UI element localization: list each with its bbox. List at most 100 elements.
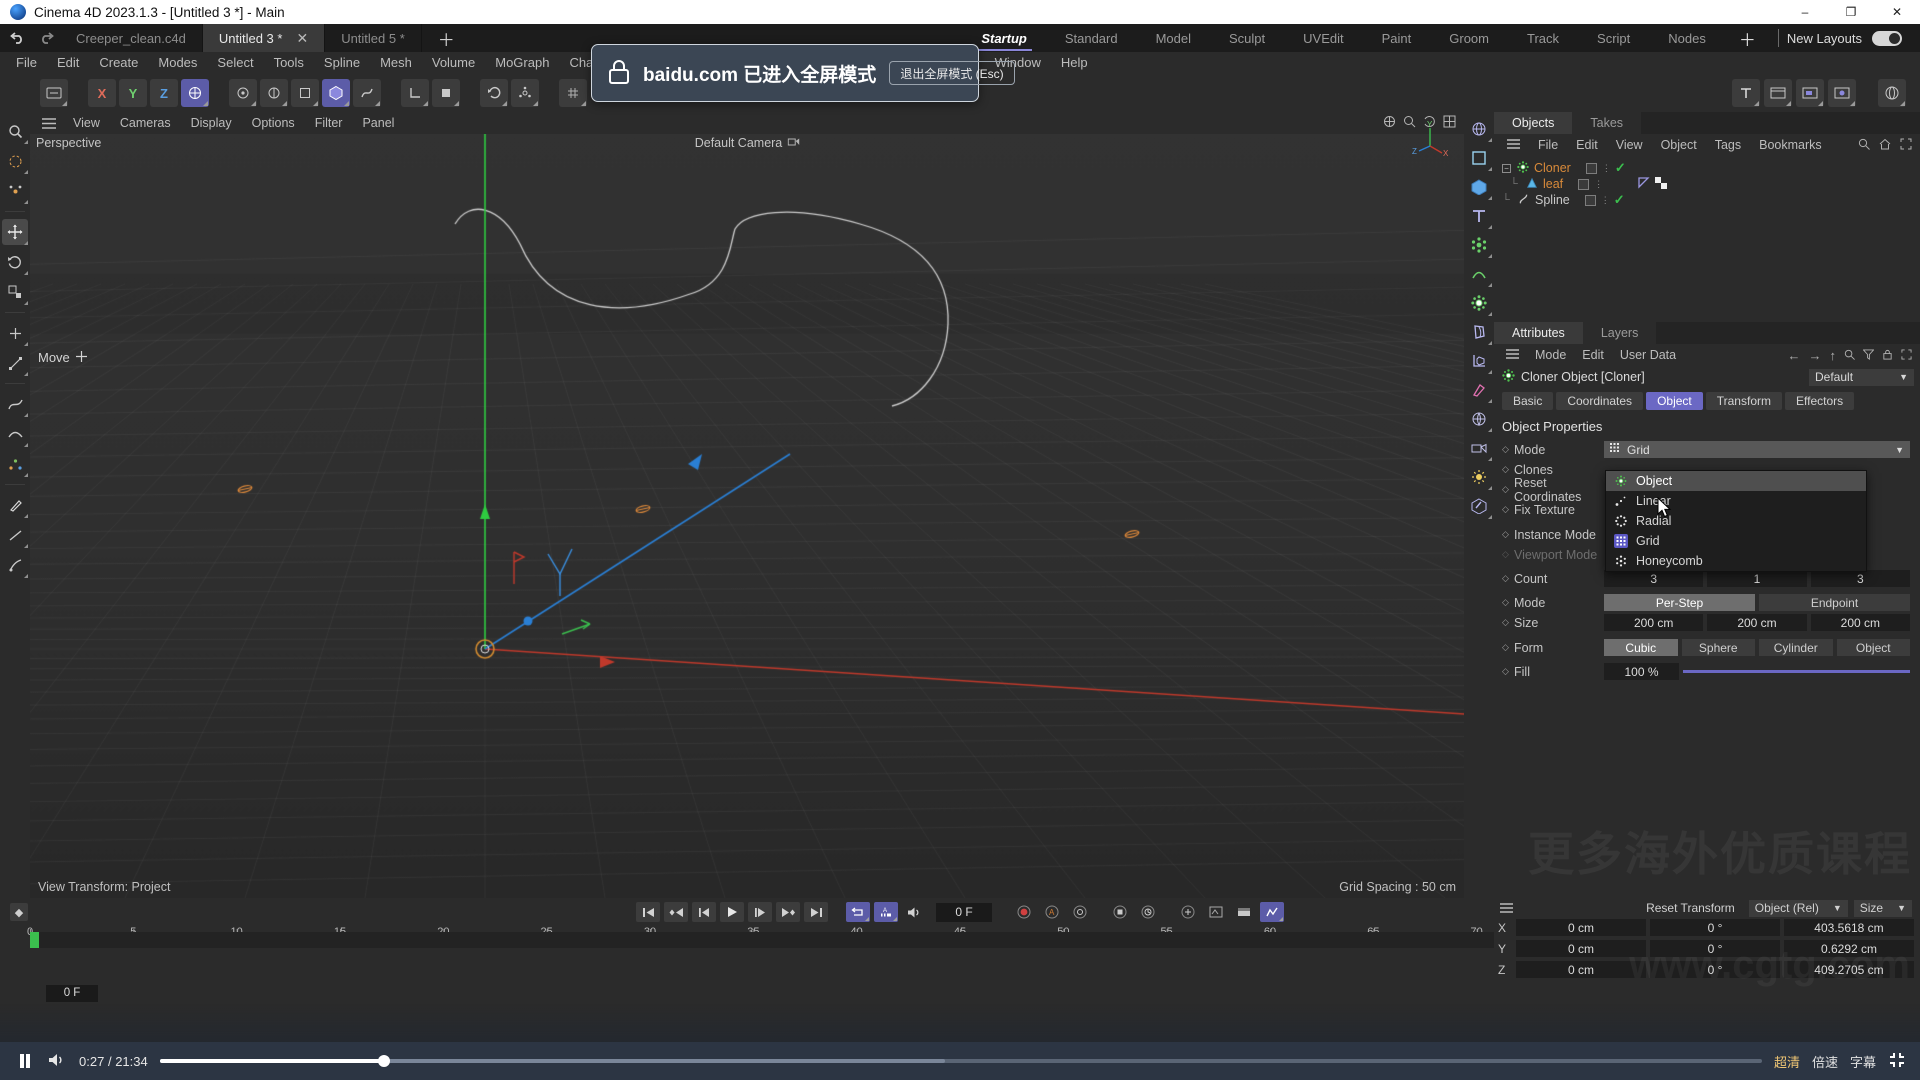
size-mode-dropdown[interactable]: Size ▼	[1853, 899, 1912, 917]
record-keyframe-button[interactable]: ◆	[10, 903, 28, 921]
objects-menu-file[interactable]: File	[1529, 138, 1567, 152]
size-field-z[interactable]: 200 cm	[1810, 614, 1910, 631]
object-name[interactable]: Spline	[1535, 193, 1570, 207]
object-row-leaf[interactable]: └ leaf ⋮	[1500, 176, 1920, 192]
objects-menu-icon[interactable]	[1498, 138, 1529, 152]
progress-bar[interactable]	[159, 1055, 1762, 1067]
loop-playback-button[interactable]	[846, 902, 870, 922]
search-icon[interactable]	[1844, 348, 1855, 363]
filter-icon[interactable]	[1862, 348, 1875, 363]
effector-icon[interactable]	[1466, 261, 1492, 287]
visibility-check-icon[interactable]: ✓	[1615, 160, 1626, 176]
attributes-menu-edit[interactable]: Edit	[1574, 348, 1612, 362]
viewport-menu-view[interactable]: View	[64, 112, 109, 134]
move-axis-icon[interactable]	[2, 320, 28, 346]
expand-icon[interactable]	[1901, 348, 1912, 363]
cube-object-icon[interactable]	[1466, 174, 1492, 200]
keyframe-diamond-icon[interactable]: ◇	[1502, 573, 1514, 584]
dropdown-item-linear[interactable]: Linear	[1606, 491, 1866, 511]
attributes-menu-userdata[interactable]: User Data	[1612, 348, 1684, 362]
viewport-menu-display[interactable]: Display	[182, 112, 241, 134]
menu-volume[interactable]: Volume	[422, 52, 485, 74]
pla-key-button[interactable]	[1204, 902, 1228, 922]
menu-file[interactable]: File	[6, 52, 47, 74]
menu-select[interactable]: Select	[207, 52, 263, 74]
layout-tab-uvedit[interactable]: UVEdit	[1284, 24, 1362, 52]
tab-objects[interactable]: Objects	[1494, 112, 1573, 134]
tab-attributes[interactable]: Attributes	[1494, 322, 1583, 344]
pan-view-icon[interactable]	[1383, 115, 1396, 131]
layout-tab-track[interactable]: Track	[1508, 24, 1578, 52]
render-settings-button[interactable]	[1828, 79, 1856, 107]
workplane-button[interactable]	[511, 79, 539, 107]
scale-axis-icon[interactable]	[2, 350, 28, 376]
goto-end-button[interactable]	[804, 902, 828, 922]
attr-tab-coordinates[interactable]: Coordinates	[1556, 392, 1644, 410]
grid-snap-button[interactable]	[559, 79, 587, 107]
exit-fullscreen-button[interactable]: 退出全屏模式 (Esc)	[889, 61, 1015, 85]
mode-dropdown[interactable]: Grid ▼	[1604, 441, 1910, 458]
position-z-field[interactable]: 0 cm	[1516, 961, 1646, 978]
object-dots-icon[interactable]: ⋮	[1602, 164, 1611, 173]
volume-icon[interactable]	[48, 1052, 67, 1071]
undo-icon[interactable]	[10, 31, 27, 45]
collapse-icon[interactable]: −	[1502, 163, 1511, 173]
document-tab-0[interactable]: Creeper_clean.c4d	[60, 24, 203, 52]
viewport-menu-panel[interactable]: Panel	[353, 112, 403, 134]
document-tab-1[interactable]: Untitled 3 * ✕	[202, 24, 326, 52]
mograph-cloner-icon[interactable]	[1466, 232, 1492, 258]
form-object-button[interactable]: Object	[1836, 639, 1910, 656]
close-button[interactable]: ✕	[1874, 0, 1920, 24]
viewport-menu-filter[interactable]: Filter	[306, 112, 352, 134]
material-sphere-button[interactable]	[1878, 79, 1906, 107]
polygon-mode-button[interactable]	[322, 79, 350, 107]
object-tree[interactable]: − Cloner ⋮ ✓ └ leaf ⋮ └ Spline ⋮ ✓	[1494, 156, 1920, 322]
attributes-menu-icon[interactable]	[1498, 348, 1527, 362]
objects-menu-edit[interactable]: Edit	[1567, 138, 1607, 152]
keyframe-diamond-icon[interactable]: ◇	[1502, 642, 1514, 653]
layout-tab-sculpt[interactable]: Sculpt	[1210, 24, 1284, 52]
prev-keyframe-button[interactable]	[664, 902, 688, 922]
back-arrow-icon[interactable]: ←	[1788, 348, 1801, 363]
subtitles-button[interactable]: 字幕	[1850, 1052, 1876, 1071]
position-y-field[interactable]: 0 cm	[1516, 940, 1646, 957]
form-cubic-button[interactable]: Cubic	[1604, 639, 1678, 656]
attr-tab-transform[interactable]: Transform	[1705, 392, 1782, 410]
object-name[interactable]: leaf	[1543, 177, 1563, 191]
move-tool-icon[interactable]	[2, 219, 28, 245]
layer-key-button[interactable]	[1232, 902, 1256, 922]
form-sphere-button[interactable]: Sphere	[1681, 639, 1755, 656]
object-tag-icon[interactable]	[1578, 178, 1590, 190]
rotate-object-icon[interactable]	[2, 249, 28, 275]
viewport-menu-icon[interactable]	[34, 117, 62, 129]
add-document-button[interactable]: ＋	[422, 24, 471, 52]
pause-button[interactable]	[14, 1050, 36, 1072]
layout-tab-script[interactable]: Script	[1578, 24, 1649, 52]
count-field-z[interactable]: 3	[1810, 570, 1910, 587]
line-tool-icon[interactable]	[2, 522, 28, 548]
size-field-x[interactable]: 200 cm	[1604, 614, 1704, 631]
count-field-y[interactable]: 1	[1707, 570, 1807, 587]
model-mode-button[interactable]	[260, 79, 288, 107]
deformer-object-icon[interactable]	[1466, 319, 1492, 345]
menu-mograph[interactable]: MoGraph	[485, 52, 559, 74]
mode-dropdown-menu[interactable]: Object Linear Radial Grid Honeycomb	[1605, 470, 1867, 572]
paint-brush-icon[interactable]	[2, 492, 28, 518]
position-x-field[interactable]: 0 cm	[1516, 919, 1646, 936]
redo-icon[interactable]	[37, 31, 54, 45]
next-frame-button[interactable]	[748, 902, 772, 922]
light-object-icon[interactable]	[1466, 464, 1492, 490]
object-row-cloner[interactable]: − Cloner ⋮ ✓	[1500, 160, 1920, 176]
tab-takes[interactable]: Takes	[1572, 112, 1642, 134]
coordinate-object-icon[interactable]	[1466, 348, 1492, 374]
size-x-field[interactable]: 403.5618 cm	[1784, 919, 1914, 936]
rotate-tool-icon[interactable]	[2, 148, 28, 174]
object-row-spline[interactable]: └ Spline ⋮ ✓	[1500, 192, 1920, 208]
progress-knob[interactable]	[378, 1055, 391, 1067]
up-arrow-icon[interactable]: ↑	[1830, 348, 1837, 363]
step-mode-per-step-button[interactable]: Per-Step	[1604, 594, 1755, 611]
viewport[interactable]: View Cameras Display Options Filter Pane…	[30, 112, 1464, 898]
prev-frame-button[interactable]	[692, 902, 716, 922]
speed-button[interactable]: 倍速	[1812, 1052, 1838, 1071]
dropdown-item-object[interactable]: Object	[1606, 471, 1866, 491]
